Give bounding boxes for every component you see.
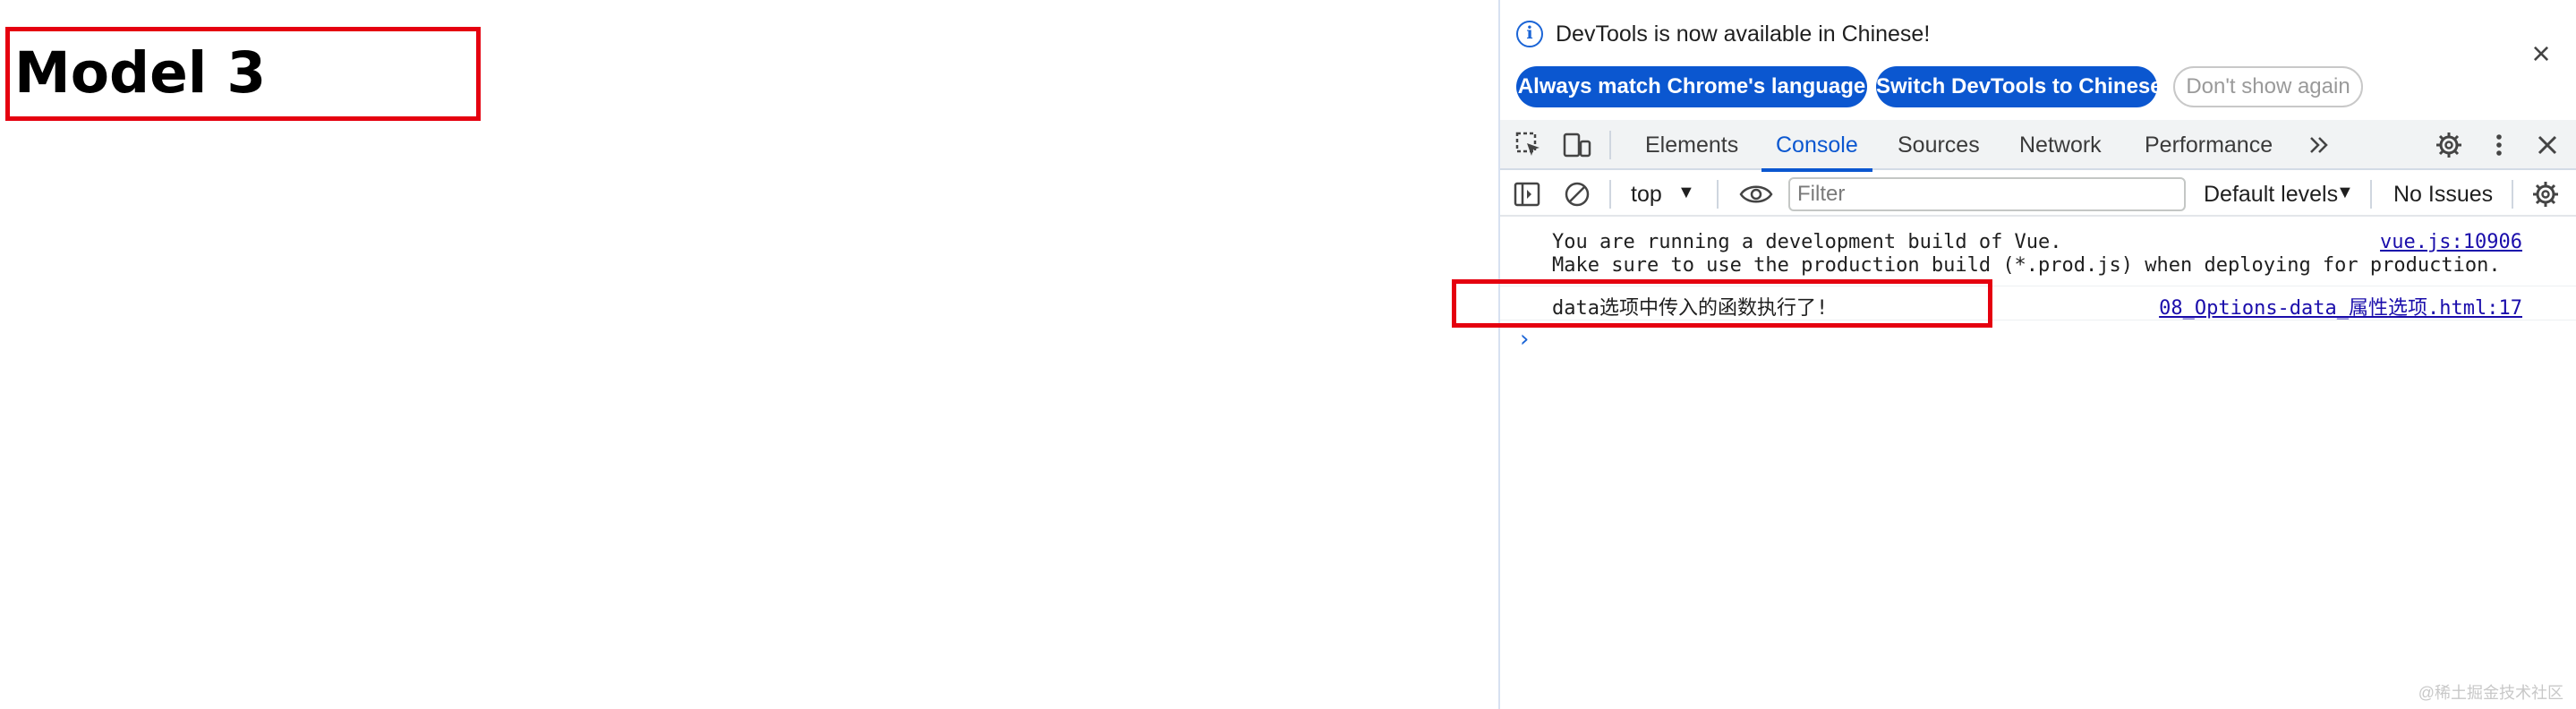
console-message: data选项中传入的函数执行了! 08_Options-data_属性选项.ht… <box>1500 288 2576 320</box>
toolbar-divider <box>1609 180 1611 209</box>
settings-gear-icon[interactable] <box>2435 131 2463 159</box>
context-dropdown-arrow-icon[interactable]: ▼ <box>1677 183 1695 203</box>
info-icon: i <box>1516 21 1543 47</box>
more-options-kebab-icon[interactable] <box>2485 131 2513 159</box>
infobar-message: DevTools is now available in Chinese! <box>1556 21 1931 47</box>
console-message-text: Make sure to use the production build (*… <box>1552 254 2501 277</box>
console-toolbar: top ▼ Default levels ▼ No Issues <box>1500 172 2576 217</box>
console-message: You are running a development build of V… <box>1500 231 2576 286</box>
console-settings-gear-icon[interactable] <box>2531 180 2560 209</box>
more-tabs-chevron-icon[interactable] <box>2306 131 2334 159</box>
always-match-language-button[interactable]: Always match Chrome's language <box>1516 66 1867 107</box>
console-source-link[interactable]: 08_Options-data_属性选项.html:17 <box>2159 292 2522 320</box>
page-viewport: Model 3 <box>0 0 1498 709</box>
console-source-link[interactable]: vue.js:10906 <box>2380 231 2522 253</box>
log-levels-selector[interactable]: Default levels <box>2204 172 2338 217</box>
tab-sources[interactable]: Sources <box>1898 120 1980 170</box>
device-toolbar-icon[interactable] <box>1563 131 1591 159</box>
language-infobar: i DevTools is now available in Chinese! … <box>1500 0 2576 120</box>
show-sidebar-icon[interactable] <box>1513 180 1541 209</box>
console-message-text: data选项中传入的函数执行了! <box>1552 297 1829 320</box>
tab-network[interactable]: Network <box>2019 120 2102 170</box>
infobar-close-icon[interactable]: × <box>2526 38 2556 70</box>
console-message-text: You are running a development build of V… <box>1552 231 2062 253</box>
toolbar-divider <box>2370 180 2372 209</box>
console-output: You are running a development build of V… <box>1500 218 2576 709</box>
issues-counter[interactable]: No Issues <box>2393 172 2493 217</box>
dont-show-again-button[interactable]: Don't show again <box>2173 66 2363 107</box>
toolbar-divider <box>1717 180 1719 209</box>
filter-input[interactable] <box>1788 177 2186 211</box>
devtools-tab-bar: Elements Console Sources Network Perform… <box>1500 120 2576 172</box>
tab-performance[interactable]: Performance <box>2145 120 2273 170</box>
context-selector[interactable]: top <box>1631 172 1662 217</box>
watermark: @稀土掘金技术社区 <box>2418 684 2563 702</box>
toolbar-divider <box>1609 131 1611 159</box>
devtools-panel: i DevTools is now available in Chinese! … <box>1498 0 2576 709</box>
clear-console-icon[interactable] <box>1563 180 1591 209</box>
inspect-element-icon[interactable] <box>1514 131 1543 159</box>
tab-console[interactable]: Console <box>1761 120 1872 172</box>
page-heading: Model 3 <box>14 40 267 106</box>
toolbar-divider <box>2512 180 2513 209</box>
levels-dropdown-arrow-icon[interactable]: ▼ <box>2336 183 2354 203</box>
close-devtools-icon[interactable] <box>2533 131 2562 159</box>
console-prompt-caret-icon[interactable]: › <box>1520 326 1529 353</box>
switch-to-chinese-button[interactable]: Switch DevTools to Chinese <box>1876 66 2162 107</box>
live-expression-eye-icon[interactable] <box>1738 180 1774 209</box>
tab-elements[interactable]: Elements <box>1645 120 1738 170</box>
